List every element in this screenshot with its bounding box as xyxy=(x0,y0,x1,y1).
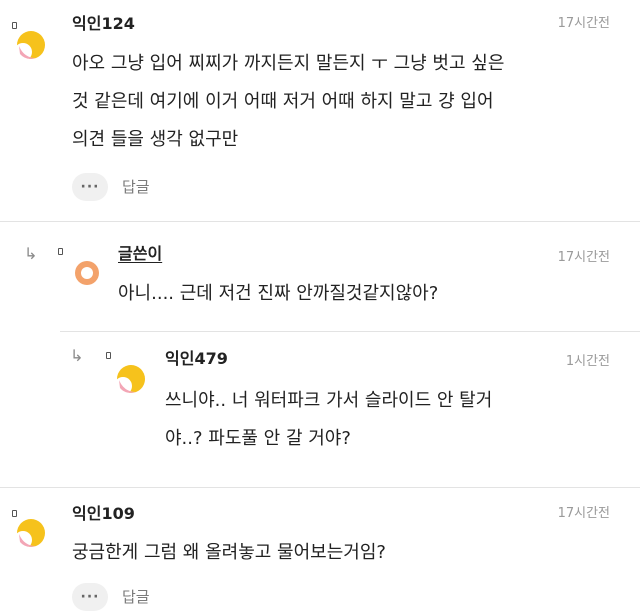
comment-line: 쓰니야.. 너 워터파크 가서 슬라이드 안 탈거 xyxy=(165,390,493,411)
comment-line: 야..? 파도풀 안 갈 거야? xyxy=(165,428,351,449)
comment-author[interactable]: 글쓴이 xyxy=(118,244,162,264)
comment-body: 아오 그냥 입어 찌찌가 까지든지 말든지 ㅜ 그냥 벗고 싶은 것 같은데 여… xyxy=(72,45,504,159)
pin-icon xyxy=(58,248,63,255)
comment-author[interactable]: 익인124 xyxy=(72,14,135,34)
comment-body: 궁금한게 그럼 왜 올려놓고 물어보는거임? xyxy=(72,534,386,572)
comment-item: 익인124 17시간전 아오 그냥 입어 찌찌가 까지든지 말든지 ㅜ 그냥 벗… xyxy=(0,0,640,215)
comment-actions: ··· 답글 xyxy=(72,173,150,201)
orange-ring-avatar-icon[interactable] xyxy=(70,256,104,290)
comment-body: 쓰니야.. 너 워터파크 가서 슬라이드 안 탈거 야..? 파도풀 안 갈 거… xyxy=(165,382,492,458)
comment-line: 것 같은데 여기에 이거 어때 저거 어때 하지 말고 걍 입어 xyxy=(72,91,494,112)
comment-timestamp: 1시간전 xyxy=(565,354,610,369)
comment-author[interactable]: 익인479 xyxy=(165,349,228,369)
comment-body: 아니.... 근데 저건 진짜 안까질것같지않아? xyxy=(118,275,438,313)
reply-comment-item: ↳ 익인479 1시간전 쓰니야.. 너 워터파크 가서 슬라이드 안 탈거 야… xyxy=(0,332,640,480)
comment-line: 아니.... 근데 저건 진짜 안까질것같지않아? xyxy=(118,283,439,304)
comment-line: 의견 들을 생각 없구만 xyxy=(72,129,239,150)
comment-timestamp: 17시간전 xyxy=(557,250,610,265)
comment-item: 익인109 17시간전 궁금한게 그럼 왜 올려놓고 물어보는거임? ··· 답… xyxy=(0,488,640,611)
reply-arrow-icon: ↳ xyxy=(24,244,38,263)
moon-avatar-icon[interactable] xyxy=(114,362,148,396)
comment-author[interactable]: 익인109 xyxy=(72,504,135,524)
comment-timestamp: 17시간전 xyxy=(557,506,610,521)
reply-button[interactable]: 답글 xyxy=(122,173,150,201)
comment-line: 궁금한게 그럼 왜 올려놓고 물어보는거임? xyxy=(72,542,386,563)
comment-line: 아오 그냥 입어 찌찌가 까지든지 말든지 ㅜ 그냥 벗고 싶은 xyxy=(72,53,505,74)
more-options-button[interactable]: ··· xyxy=(72,583,108,611)
moon-avatar-icon[interactable] xyxy=(14,516,48,550)
comment-timestamp: 17시간전 xyxy=(557,16,610,31)
reply-arrow-icon: ↳ xyxy=(70,346,84,365)
more-options-button[interactable]: ··· xyxy=(72,173,108,201)
comment-actions: ··· 답글 xyxy=(72,583,150,611)
reply-comment-item: ↳ 글쓴이 17시간전 아니.... 근데 저건 진짜 안까질것같지않아? xyxy=(0,222,640,330)
reply-button[interactable]: 답글 xyxy=(122,583,150,611)
pin-icon xyxy=(106,352,111,359)
moon-avatar-icon[interactable] xyxy=(14,28,48,62)
